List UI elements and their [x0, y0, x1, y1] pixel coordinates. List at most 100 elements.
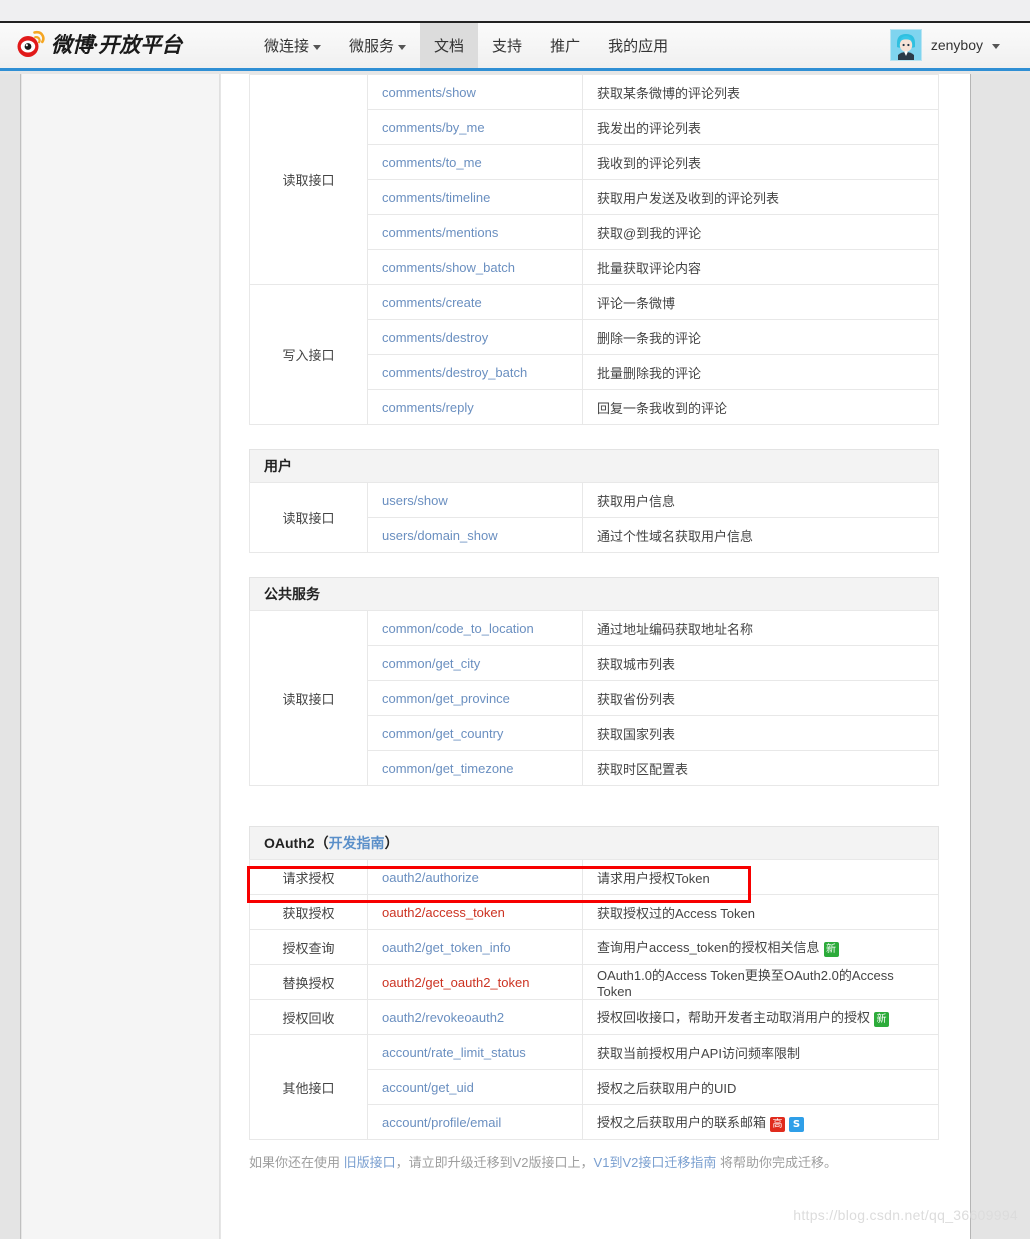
api-link[interactable]: comments/to_me [382, 155, 482, 170]
api-cell: comments/create [367, 284, 583, 320]
site-logo[interactable]: 微博·开放平台 [16, 29, 182, 59]
desc-text: OAuth1.0的Access Token更换至OAuth2.0的Access … [597, 968, 894, 999]
nav-item-label: 推广 [550, 38, 581, 55]
nav-item-wendang[interactable]: 文档 [420, 23, 479, 68]
nav-item-label: 微服务 [349, 38, 395, 55]
api-link[interactable]: oauth2/revokeoauth2 [382, 1010, 504, 1025]
api-link[interactable]: comments/reply [382, 400, 474, 415]
nav-item-weilianjie[interactable]: 微连接 [250, 23, 335, 68]
nav-item-my-apps[interactable]: 我的应用 [594, 23, 682, 68]
migration-guide-link[interactable]: V1到V2接口迁移指南 [594, 1155, 717, 1170]
api-link[interactable]: comments/destroy_batch [382, 365, 527, 380]
new-badge: 新 [874, 1011, 890, 1027]
api-link[interactable]: comments/mentions [382, 225, 498, 240]
api-link[interactable]: users/domain_show [382, 528, 498, 543]
desc-text: 请求用户授权Token [597, 870, 710, 886]
api-cell: oauth2/revokeoauth2 [367, 999, 583, 1035]
api-cell: comments/destroy_batch [367, 354, 583, 390]
api-link[interactable]: comments/timeline [382, 190, 490, 205]
group-cell: 替换授权 [249, 964, 368, 1000]
api-link[interactable]: comments/by_me [382, 120, 485, 135]
api-link[interactable]: comments/show_batch [382, 260, 515, 275]
api-link[interactable]: oauth2/access_token [382, 905, 505, 920]
api-link[interactable]: account/get_uid [382, 1080, 474, 1095]
note-part3: 将帮助你完成迁移。 [716, 1155, 837, 1170]
api-link[interactable]: comments/create [382, 295, 482, 310]
sidebar [22, 74, 220, 1239]
api-cell: common/get_city [367, 645, 583, 681]
api-link[interactable]: common/code_to_location [382, 621, 534, 636]
section-header-users: 用户 [249, 449, 939, 482]
api-link[interactable]: common/get_timezone [382, 761, 514, 776]
api-link[interactable]: common/get_country [382, 726, 503, 741]
api-cell: comments/show [367, 74, 583, 110]
api-link[interactable]: oauth2/get_oauth2_token [382, 975, 529, 990]
api-cell: comments/reply [367, 389, 583, 425]
desc-text: 授权之后获取用户的UID [597, 1080, 737, 1096]
nav-item-weifuwu[interactable]: 微服务 [335, 23, 420, 68]
desc-cell: 删除一条我的评论 [582, 319, 939, 355]
api-link[interactable]: oauth2/authorize [382, 870, 479, 885]
main-content: 读取接口 comments/show 获取某条微博的评论列表 comments/… [221, 74, 970, 1239]
table-row: 写入接口 comments/create 评论一条微博 [249, 284, 939, 425]
paren-close: ） [384, 835, 399, 851]
api-cell: common/get_timezone [367, 750, 583, 786]
desc-cell: 获取省份列表 [582, 680, 939, 716]
api-cell: oauth2/get_oauth2_token [367, 964, 583, 1000]
table-row: 读取接口 common/code_to_location 通过地址编码获取地址名… [249, 610, 939, 786]
desc-cell: 通过个性域名获取用户信息 [582, 517, 939, 553]
section-header-common: 公共服务 [249, 577, 939, 610]
api-cell: common/get_province [367, 680, 583, 716]
desc-cell: 回复一条我收到的评论 [582, 389, 939, 425]
api-cell: oauth2/access_token [367, 894, 583, 930]
desc-cell: 我收到的评论列表 [582, 144, 939, 180]
api-link[interactable]: comments/destroy [382, 330, 488, 345]
api-cell: comments/show_batch [367, 249, 583, 285]
dev-guide-link[interactable]: 开发指南 [329, 835, 385, 851]
api-link[interactable]: comments/show [382, 85, 476, 100]
api-cell: comments/destroy [367, 319, 583, 355]
paren-open: （ [314, 835, 329, 851]
table-row: 授权查询 oauth2/get_token_info 查询用户access_to… [249, 929, 939, 965]
api-link[interactable]: common/get_city [382, 656, 480, 671]
desc-cell: 查询用户access_token的授权相关信息新 [582, 929, 939, 965]
api-link[interactable]: users/show [382, 493, 448, 508]
api-link[interactable]: account/rate_limit_status [382, 1045, 526, 1060]
nav-item-label: 支持 [492, 38, 523, 55]
nav-item-zhichi[interactable]: 支持 [478, 23, 536, 68]
nav-item-label: 我的应用 [608, 38, 669, 55]
api-link[interactable]: common/get_province [382, 691, 510, 706]
api-cell: comments/mentions [367, 214, 583, 250]
nav-item-tuiguang[interactable]: 推广 [536, 23, 594, 68]
api-link[interactable]: oauth2/get_token_info [382, 940, 511, 955]
desc-cell: 我发出的评论列表 [582, 109, 939, 145]
weibo-eye-icon [16, 29, 46, 59]
chevron-down-icon [313, 44, 322, 50]
nav-item-label: 文档 [434, 38, 465, 55]
username-label: zenyboy [930, 37, 983, 53]
table-row: 请求授权 oauth2/authorize 请求用户授权Token [249, 859, 939, 895]
api-cell: common/code_to_location [367, 610, 583, 646]
table-row: 替换授权 oauth2/get_oauth2_token OAuth1.0的Ac… [249, 964, 939, 1000]
new-badge: 新 [823, 941, 839, 957]
group-cell: 其他接口 [249, 1034, 368, 1140]
api-cell: account/profile/email [367, 1104, 583, 1140]
api-cell: oauth2/get_token_info [367, 929, 583, 965]
users-api-table: 读取接口 users/show 获取用户信息 users/domain_show… [249, 482, 939, 553]
api-cell: oauth2/authorize [367, 859, 583, 895]
s-badge: S [789, 1116, 805, 1132]
table-row: 读取接口 users/show 获取用户信息 [249, 482, 939, 553]
desc-cell: 授权之后获取用户的联系邮箱高 S [582, 1104, 939, 1140]
legacy-api-link[interactable]: 旧版接口 [344, 1155, 396, 1170]
api-link[interactable]: account/profile/email [382, 1115, 501, 1130]
desc-cell: 授权回收接口，帮助开发者主动取消用户的授权新 [582, 999, 939, 1035]
common-api-table: 读取接口 common/code_to_location 通过地址编码获取地址名… [249, 610, 939, 786]
desc-text: 查询用户access_token的授权相关信息 [597, 940, 820, 956]
user-menu[interactable]: zenyboy [889, 29, 1000, 61]
desc-cell: 获取@到我的评论 [582, 214, 939, 250]
desc-text: 获取当前授权用户API访问频率限制 [597, 1045, 800, 1061]
desc-cell: 获取城市列表 [582, 645, 939, 681]
desc-text: 授权回收接口，帮助开发者主动取消用户的授权 [597, 1010, 871, 1026]
group-cell: 读取接口 [249, 74, 368, 285]
api-cell: comments/timeline [367, 179, 583, 215]
